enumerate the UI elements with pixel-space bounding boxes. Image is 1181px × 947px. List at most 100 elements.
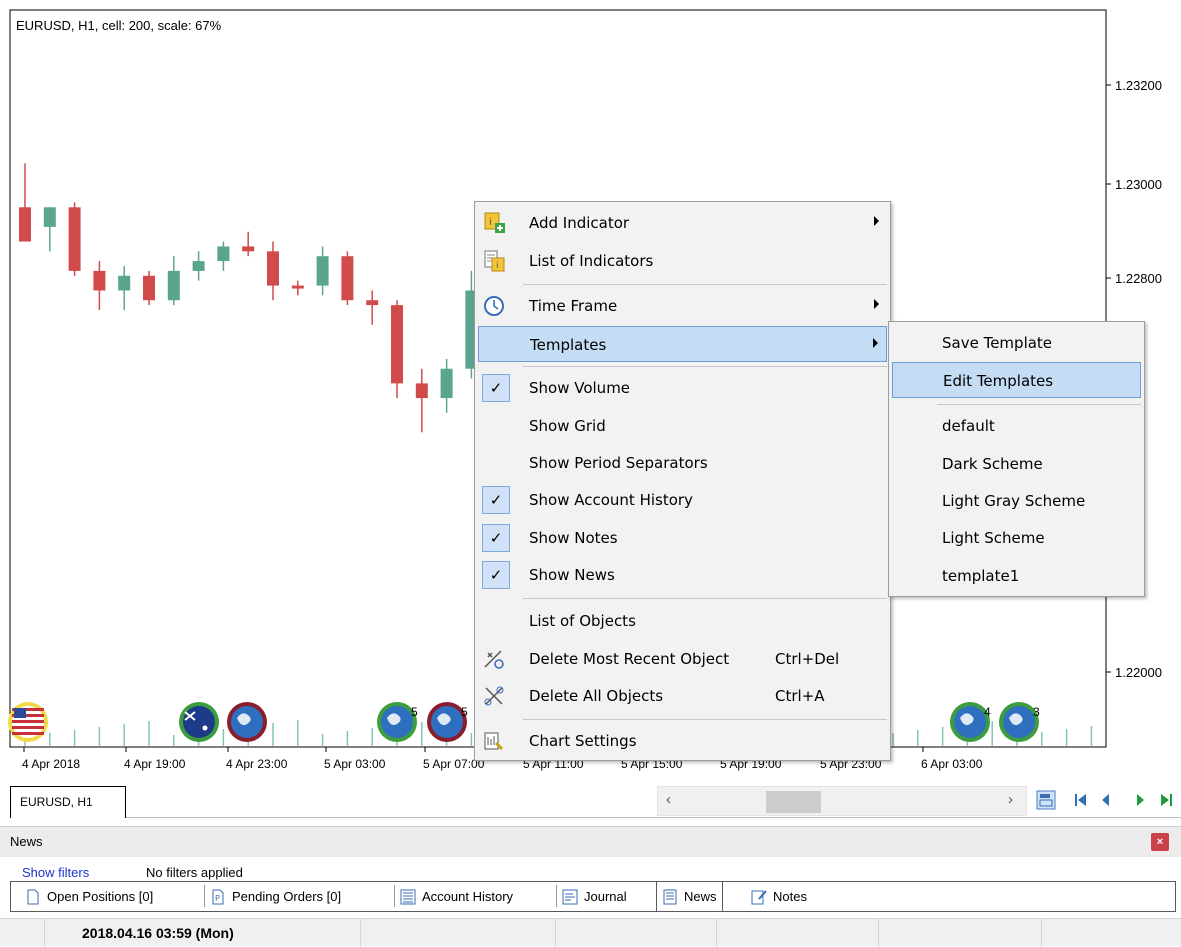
chart-context-menu: i Add Indicator i List of Indicators Tim… (474, 201, 891, 761)
flag-stripe (12, 732, 44, 735)
submenu-item-light-scheme[interactable]: Light Scheme (892, 520, 1141, 556)
status-cell (1041, 919, 1042, 947)
status-bar: 2018.04.16 03:59 (Mon) (0, 918, 1181, 947)
menu-item-add-indicator[interactable]: i Add Indicator (478, 205, 887, 241)
price-label: 1.23000 (1115, 177, 1162, 192)
tab-divider (556, 885, 557, 907)
menu-separator (523, 284, 887, 285)
candle-body (143, 275, 155, 301)
status-cell (555, 919, 556, 947)
price-label: 1.22800 (1115, 271, 1162, 286)
menu-item-time-frame[interactable]: Time Frame (478, 288, 887, 324)
symbol-tab[interactable]: EURUSD, H1 (10, 786, 126, 818)
tab-notes[interactable]: Notes (751, 882, 807, 911)
menu-item-label: Show Grid (529, 417, 606, 435)
tab-open-positions[interactable]: Open Positions [0] (25, 882, 153, 911)
submenu-arrow-icon (873, 338, 878, 348)
candle-body (167, 270, 180, 301)
submenu-item-light-gray-scheme[interactable]: Light Gray Scheme (892, 483, 1141, 519)
step-forward-icon[interactable] (1130, 790, 1150, 810)
candle-body (68, 207, 81, 271)
check-icon: ✓ (482, 561, 510, 589)
delete-all-icon (484, 686, 504, 706)
menu-separator (937, 404, 1141, 405)
tab-label: Account History (422, 889, 514, 904)
tab-journal[interactable]: Journal (562, 882, 627, 911)
show-filters-link[interactable]: Show filters (22, 865, 89, 880)
menu-item-show-volume[interactable]: ✓ Show Volume (478, 370, 887, 406)
svg-text:P: P (215, 894, 220, 903)
step-back-icon[interactable] (1096, 790, 1116, 810)
candle-body (217, 246, 230, 262)
submenu-item-edit-templates[interactable]: Edit Templates (892, 362, 1141, 398)
menu-separator (523, 598, 887, 599)
submenu-item-default[interactable]: default (892, 408, 1141, 444)
candle-body (192, 261, 205, 271)
candle-body (366, 300, 379, 306)
menu-item-label: Templates (530, 336, 607, 354)
chart-navigation-strip: EURUSD, H1 ‹ › (0, 780, 1181, 820)
candle-body (242, 246, 255, 252)
menu-item-templates[interactable]: Templates (478, 326, 887, 362)
scroll-to-end-icon[interactable] (1156, 790, 1176, 810)
menu-item-show-period-separators[interactable]: Show Period Separators (478, 445, 887, 481)
menu-item-chart-settings[interactable]: Chart Settings (478, 723, 887, 759)
menu-item-label: Add Indicator (529, 214, 630, 232)
scroll-thumb[interactable] (766, 791, 821, 813)
menu-item-label: List of Indicators (529, 252, 654, 270)
tab-label: Journal (584, 889, 627, 904)
submenu-item-dark-scheme[interactable]: Dark Scheme (892, 446, 1141, 482)
candle-body (267, 251, 279, 286)
svg-text:i: i (496, 261, 499, 271)
tab-pending-orders[interactable]: P Pending Orders [0] (210, 882, 341, 911)
menu-item-label: Show Volume (529, 379, 631, 397)
menu-item-show-account-history[interactable]: ✓ Show Account History (478, 482, 887, 518)
chart-windows-icon[interactable] (1036, 790, 1056, 810)
filters-status: No filters applied (146, 865, 243, 880)
menu-item-label: Show Period Separators (529, 454, 708, 472)
menu-item-show-news[interactable]: ✓ Show News (478, 557, 887, 593)
scroll-right-icon[interactable]: › (1008, 791, 1013, 808)
price-label: 1.23200 (1115, 78, 1162, 93)
svg-text:i: i (489, 217, 492, 228)
menu-item-shortcut: Ctrl+Del (775, 650, 840, 668)
submenu-item-save-template[interactable]: Save Template (892, 325, 1141, 361)
menu-item-label: Dark Scheme (942, 455, 1043, 473)
menu-item-shortcut: Ctrl+A (775, 687, 825, 705)
candle-body (291, 285, 304, 289)
tab-divider (204, 885, 205, 907)
menu-item-delete-most-recent-object[interactable]: Delete Most Recent Object Ctrl+Del (478, 641, 887, 677)
menu-item-list-of-indicators[interactable]: i List of Indicators (478, 243, 887, 279)
news-event-count: 5 (461, 705, 468, 719)
menu-item-show-notes[interactable]: ✓ Show Notes (478, 520, 887, 556)
news-panel-header: News × (0, 827, 1181, 857)
candle-body (415, 383, 428, 399)
scroll-to-start-icon[interactable] (1072, 790, 1092, 810)
menu-item-list-of-objects[interactable]: List of Objects (478, 603, 887, 639)
menu-item-label: Show Account History (529, 491, 693, 509)
page-icon (27, 889, 39, 904)
horizontal-scrollbar[interactable]: ‹ › (657, 786, 1027, 816)
menu-item-delete-all-objects[interactable]: Delete All Objects Ctrl+A (478, 678, 887, 714)
menu-item-show-grid[interactable]: Show Grid (478, 408, 887, 444)
flag-stripe (12, 726, 44, 729)
tab-account-history[interactable]: Account History (400, 882, 513, 911)
submenu-item-template1[interactable]: template1 (892, 558, 1141, 594)
candle-body (341, 256, 354, 301)
tab-label: News (684, 889, 717, 904)
candle-body (19, 207, 31, 242)
check-icon: ✓ (482, 524, 510, 552)
terminal-tabs: Open Positions [0] P Pending Orders [0] … (10, 881, 1176, 912)
news-event-count: 5 (411, 705, 418, 719)
history-icon (400, 889, 416, 904)
check-icon: ✓ (482, 486, 510, 514)
check-icon: ✓ (482, 374, 510, 402)
close-icon[interactable]: × (1151, 833, 1169, 851)
flag-base (183, 706, 215, 738)
menu-item-label: Light Scheme (942, 529, 1045, 547)
scroll-left-icon[interactable]: ‹ (666, 791, 671, 808)
news-event-count: 4 (984, 705, 991, 719)
menu-item-label: Delete Most Recent Object (529, 650, 730, 668)
tab-news[interactable]: News (656, 882, 723, 911)
menu-item-label: List of Objects (529, 612, 636, 630)
